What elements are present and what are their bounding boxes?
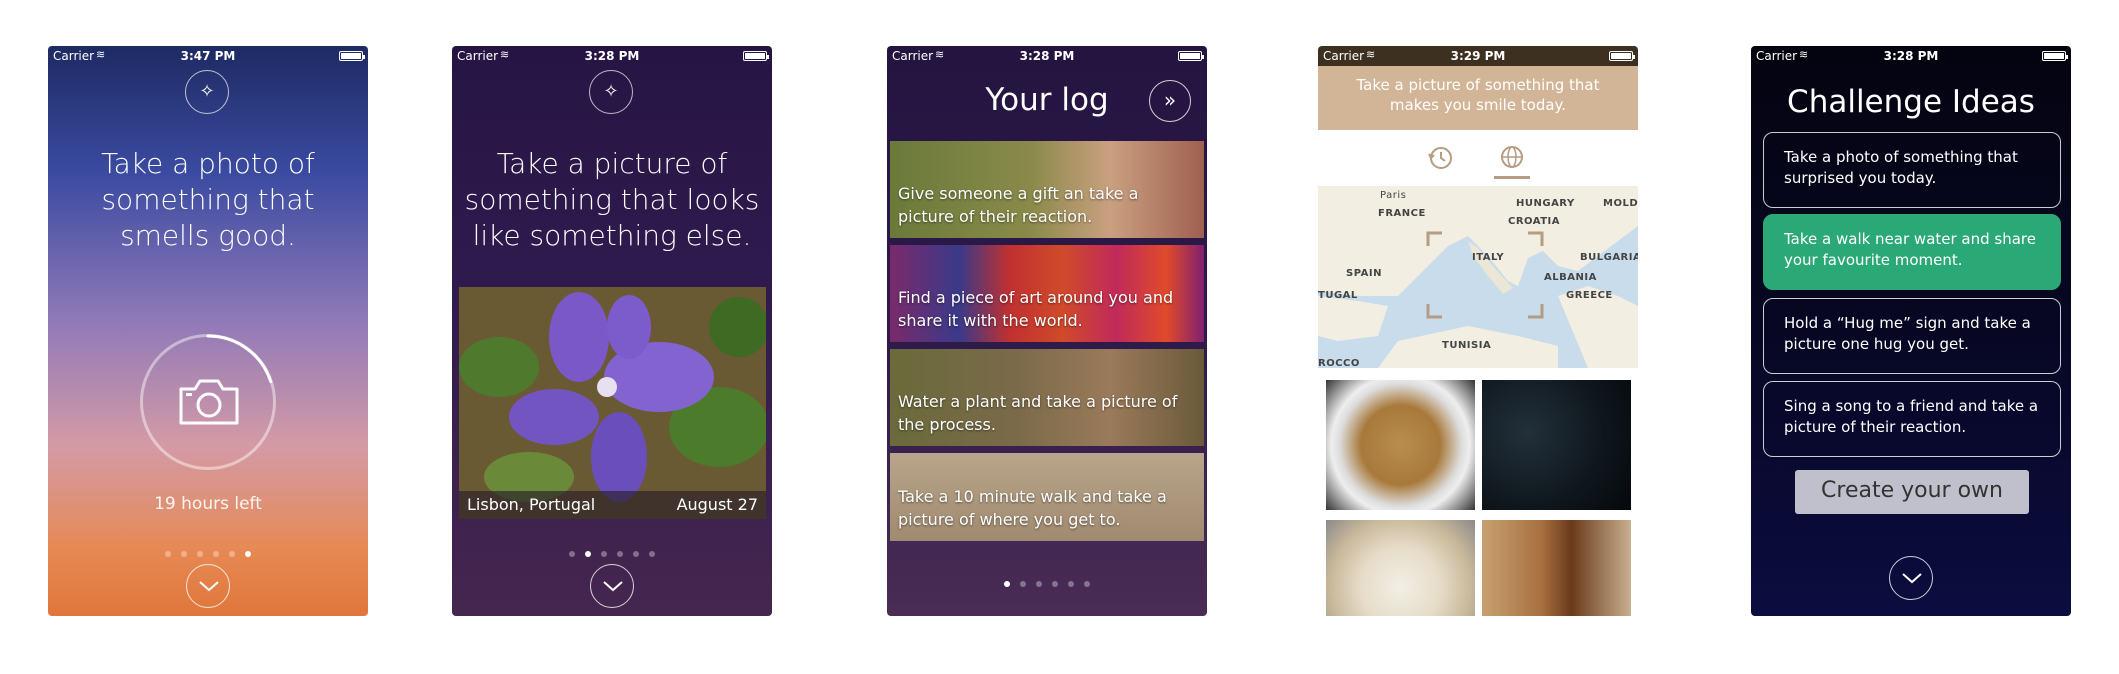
page-dot: [633, 551, 639, 557]
page-dot: [213, 551, 219, 557]
status-time: 3:28 PM: [1019, 49, 1075, 63]
idea-card[interactable]: Take a photo of something that surprised…: [1763, 132, 2061, 208]
view-tabs: [1318, 130, 1638, 186]
status-bar: Carrier ≋ 3:28 PM: [1751, 46, 2071, 66]
page-dot-active: [1004, 581, 1010, 587]
challenge-banner: Take a picture of something that makes y…: [1318, 66, 1638, 130]
page-dot: [1020, 581, 1026, 587]
log-item[interactable]: Water a plant and take a picture of the …: [890, 349, 1204, 446]
camera-button[interactable]: [140, 334, 276, 470]
battery-icon: [2042, 51, 2068, 61]
log-item-text: Water a plant and take a picture of the …: [898, 392, 1178, 434]
ideas-title: Challenge Ideas: [1787, 84, 2035, 120]
status-bar: Carrier ≋ 3:28 PM: [452, 46, 772, 66]
log-item[interactable]: Take a 10 minute walk and take a picture…: [890, 453, 1204, 541]
status-bar: Carrier ≋ 3:28 PM: [887, 46, 1207, 66]
page-dot: [197, 551, 203, 557]
dessert-photo[interactable]: [1482, 520, 1631, 616]
page-indicator: [48, 542, 368, 561]
screen-challenge-timer: Carrier ≋ 3:47 PM ✧ Take a photo of some…: [48, 46, 368, 616]
page-dot: [165, 551, 171, 557]
photo-location: Lisbon, Portugal: [467, 495, 596, 514]
create-your-own-button[interactable]: Create your own: [1795, 470, 2029, 514]
page-dot-active: [585, 551, 591, 557]
idea-card[interactable]: Hold a “Hug me” sign and take a picture …: [1763, 298, 2061, 374]
log-item-text: Find a piece of art around you and share…: [898, 288, 1174, 330]
status-bar: Carrier ≋ 3:47 PM: [48, 46, 368, 66]
active-tab-indicator: [1494, 176, 1530, 179]
double-chevron-right-icon: »: [1163, 88, 1177, 112]
photo-caption: Lisbon, Portugal August 27: [459, 491, 766, 519]
camera-icon: [179, 379, 239, 425]
screen-your-log: Carrier ≋ 3:28 PM Your log » Give someon…: [887, 46, 1207, 616]
night-sky-photo[interactable]: [1482, 380, 1631, 510]
history-icon[interactable]: [1426, 144, 1454, 172]
page-dot-active: [245, 551, 251, 557]
status-time: 3:29 PM: [1450, 49, 1506, 63]
hours-left-label: 19 hours left: [154, 494, 262, 514]
photo-date: August 27: [676, 495, 758, 514]
idea-card[interactable]: Sing a song to a friend and take a pictu…: [1763, 381, 2061, 457]
page-indicator: [887, 572, 1207, 591]
status-time: 3:28 PM: [584, 49, 640, 63]
idea-card-selected[interactable]: Take a walk near water and share your fa…: [1763, 214, 2061, 290]
status-time: 3:47 PM: [180, 49, 236, 63]
globe-icon[interactable]: [1498, 144, 1526, 172]
log-item[interactable]: Find a piece of art around you and share…: [890, 245, 1204, 342]
world-map[interactable]: Paris FRANCE HUNGARY MOLDOV CROATIA ITAL…: [1318, 186, 1638, 368]
page-dot: [601, 551, 607, 557]
battery-icon: [1609, 51, 1635, 61]
battery-icon: [339, 51, 365, 61]
challenge-prompt: Take a photo of something that smells go…: [101, 147, 315, 252]
challenge-photo[interactable]: Lisbon, Portugal August 27: [459, 287, 766, 519]
page-dot: [649, 551, 655, 557]
sparkle-icon[interactable]: ✧: [185, 70, 229, 114]
page-dot: [1084, 581, 1090, 587]
page-indicator: [452, 542, 772, 561]
battery-icon: [1178, 51, 1204, 61]
page-dot: [1036, 581, 1042, 587]
meringue-pie-photo[interactable]: [1326, 520, 1475, 616]
chevron-down-icon: [199, 581, 219, 592]
log-item[interactable]: Give someone a gift an take a picture of…: [890, 141, 1204, 238]
page-dot: [229, 551, 235, 557]
status-time: 3:28 PM: [1883, 49, 1939, 63]
granola-photo[interactable]: [1326, 380, 1475, 510]
page-dot: [1052, 581, 1058, 587]
forward-button[interactable]: »: [1149, 80, 1191, 122]
page-dot: [569, 551, 575, 557]
map-focus-frame: [1426, 231, 1544, 319]
page-dot: [1068, 581, 1074, 587]
chevron-down-icon: [1902, 573, 1922, 584]
violet-flower-image: [459, 287, 766, 519]
page-dot: [617, 551, 623, 557]
screen-challenge-map: Carrier ≋ 3:29 PM Take a picture of some…: [1318, 46, 1638, 616]
screen-challenge-photo: Carrier ≋ 3:28 PM ✧ Take a picture of so…: [452, 46, 772, 616]
chevron-down-icon: [603, 581, 623, 592]
battery-icon: [743, 51, 769, 61]
scroll-down-button[interactable]: [1889, 556, 1933, 600]
screen-challenge-ideas: Carrier ≋ 3:28 PM Challenge Ideas Take a…: [1751, 46, 2071, 616]
page-dot: [181, 551, 187, 557]
log-item-text: Take a 10 minute walk and take a picture…: [898, 487, 1167, 529]
scroll-down-button[interactable]: [590, 564, 634, 608]
status-bar: Carrier ≋ 3:29 PM: [1318, 46, 1638, 66]
scroll-down-button[interactable]: [186, 564, 230, 608]
log-item-text: Give someone a gift an take a picture of…: [898, 184, 1139, 226]
sparkle-icon[interactable]: ✧: [589, 70, 633, 114]
challenge-prompt: Take a picture of something that looks l…: [464, 147, 760, 252]
